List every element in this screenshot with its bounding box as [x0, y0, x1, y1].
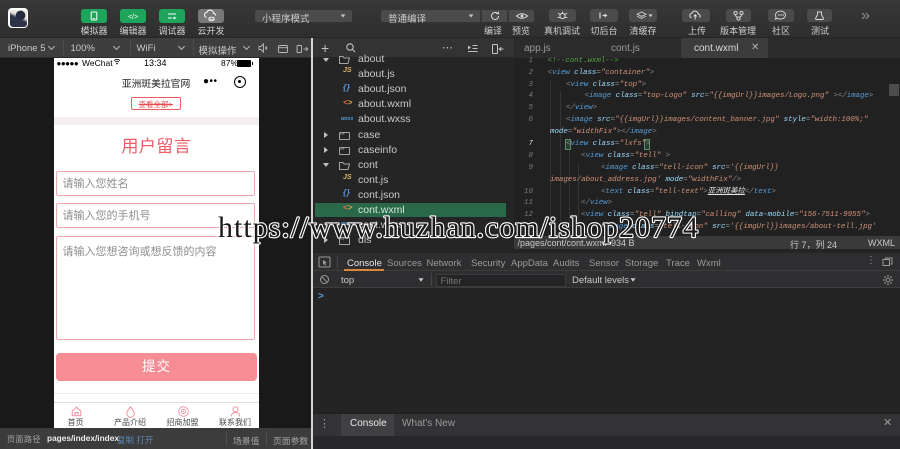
svg-text:https://www.huzhan.com/ishop20: https://www.huzhan.com/ishop20774: [218, 211, 699, 244]
svg-text:</>: </>: [127, 14, 137, 21]
